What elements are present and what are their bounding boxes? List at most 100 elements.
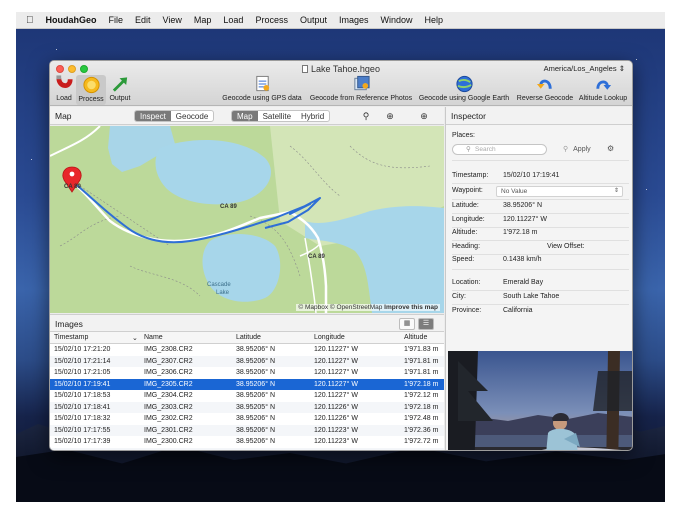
waypoint-label: Waypoint: xyxy=(452,187,483,194)
cell-name: IMG_2303.CR2 xyxy=(144,403,193,411)
latitude-label: Latitude: xyxy=(452,202,479,209)
location-label: Location: xyxy=(452,279,481,286)
table-row[interactable]: 15/02/10 17:17:55 IMG_2301.CR2 38.95206° N… xyxy=(50,424,444,436)
menu-view[interactable]: View xyxy=(163,15,182,25)
reverse-geocode-button[interactable]: Reverse Geocode xyxy=(515,75,575,102)
menu-help[interactable]: Help xyxy=(425,15,444,25)
menu-map[interactable]: Map xyxy=(194,15,212,25)
sort-chevron-icon[interactable]: ⌄ xyxy=(132,334,138,342)
tab-hybrid[interactable]: Hybrid xyxy=(296,111,329,121)
gear-icon[interactable]: ⚙ xyxy=(607,144,614,153)
tab-satellite[interactable]: Satellite xyxy=(258,111,296,121)
speed-value[interactable]: 0.1438 km/h xyxy=(503,256,542,263)
cell-longitude: 120.11227° W xyxy=(314,357,358,365)
zoom-in-icon[interactable]: ⊕ xyxy=(384,110,396,122)
cell-latitude: 38.95206° N xyxy=(236,380,275,388)
table-row[interactable]: 15/02/10 17:14:23 IMG_2299.CR2 38.95186° N… xyxy=(50,447,444,450)
cell-timestamp: 15/02/10 17:18:32 xyxy=(54,415,111,422)
list-view-icon[interactable]: ☰ xyxy=(418,318,434,330)
latitude-value[interactable]: 38.95206° N xyxy=(503,202,542,209)
menu-file[interactable]: File xyxy=(109,15,124,25)
cell-latitude: 38.95205° N xyxy=(236,403,275,411)
column-name[interactable]: Name xyxy=(144,334,163,341)
locate-icon[interactable]: ⊕ xyxy=(418,110,430,122)
cell-longitude: 120.11227° W xyxy=(314,392,358,399)
globe-icon xyxy=(455,75,473,93)
map-pane-title: Map xyxy=(55,111,72,121)
location-value[interactable]: Emerald Bay xyxy=(503,279,543,286)
table-row[interactable]: 15/02/10 17:19:41 IMG_2305.CR2 38.95206° N… xyxy=(50,378,444,390)
column-latitude[interactable]: Latitude xyxy=(236,334,261,341)
places-search-input[interactable]: ⚲ Search xyxy=(452,144,547,155)
table-row[interactable]: 15/02/10 17:21:05 IMG_2306.CR2 38.95206° N… xyxy=(50,367,444,379)
map-attribution: © Mapbox © OpenStreetMap Improve this ma… xyxy=(296,304,440,311)
cell-longitude: 120.11227° W xyxy=(314,346,358,353)
table-row[interactable]: 15/02/10 17:18:41 IMG_2303.CR2 38.95205° N… xyxy=(50,401,444,413)
city-value[interactable]: South Lake Tahoe xyxy=(503,293,559,300)
table-header-row: Timestamp ⌄ Name Latitude Longitude Alti… xyxy=(50,332,444,344)
table-row[interactable]: 15/02/10 17:17:39 IMG_2300.CR2 38.95206° N… xyxy=(50,436,444,448)
cell-name: IMG_2305.CR2 xyxy=(144,380,193,388)
altitude-lookup-button[interactable]: Altitude Lookup xyxy=(576,75,630,102)
menu-edit[interactable]: Edit xyxy=(135,15,151,25)
cell-latitude: 38.95206° N xyxy=(236,369,275,376)
desktop-wallpaper: Lake Tahoe.hgeo America/Los_Angeles ⇕ Lo… xyxy=(16,29,665,502)
menu-load[interactable]: Load xyxy=(223,15,243,25)
grid-view-icon[interactable]: ▦ xyxy=(399,318,415,330)
gps-document-icon xyxy=(255,75,269,92)
cell-timestamp: 15/02/10 17:17:39 xyxy=(54,438,111,445)
load-magnet-icon xyxy=(55,75,73,88)
pin-icon: ⚲ xyxy=(563,146,569,153)
cell-name: IMG_2300.CR2 xyxy=(144,438,193,445)
load-button[interactable]: Load xyxy=(53,75,75,102)
column-longitude[interactable]: Longitude xyxy=(314,334,345,341)
places-label: Places: xyxy=(452,132,475,139)
cell-longitude: 120.11223° W xyxy=(314,426,358,434)
tab-geocode[interactable]: Geocode xyxy=(171,111,213,121)
table-row[interactable]: 15/02/10 17:18:53 IMG_2304.CR2 38.95206° N… xyxy=(50,390,444,402)
map-view[interactable]: CA 89 CA 89 CA 89 Cascade Lake © Mapbox … xyxy=(50,126,444,313)
cell-timestamp: 15/02/10 17:18:53 xyxy=(54,392,111,399)
cell-name: IMG_2306.CR2 xyxy=(144,369,193,376)
column-altitude[interactable]: Altitude xyxy=(404,334,427,341)
improve-map-link[interactable]: Improve this map xyxy=(384,304,438,311)
cell-latitude: 38.95206° N xyxy=(236,426,275,434)
tab-map[interactable]: Map xyxy=(232,111,258,121)
cell-name: IMG_2301.CR2 xyxy=(144,426,193,434)
zoom-out-icon[interactable]: ⚲ xyxy=(360,110,372,122)
menu-window[interactable]: Window xyxy=(381,15,413,25)
waypoint-select[interactable]: No Value ⇕ xyxy=(496,186,623,197)
altitude-value[interactable]: 1'972.18 m xyxy=(503,229,537,236)
output-button[interactable]: Output xyxy=(107,75,133,102)
apple-menu-icon[interactable]:  xyxy=(26,15,34,26)
menu-images[interactable]: Images xyxy=(339,15,369,25)
images-header: Images ▦ ☰ xyxy=(50,314,444,332)
geocode-google-earth-button[interactable]: Geocode using Google Earth xyxy=(417,75,511,102)
geocode-reference-button[interactable]: Geocode from Reference Photos xyxy=(308,75,414,102)
cell-longitude: 120.11226° W xyxy=(314,403,358,411)
timestamp-value[interactable]: 15/02/10 17:19:41 xyxy=(503,172,559,179)
cell-altitude: 1'972.48 m xyxy=(404,415,439,422)
menu-process[interactable]: Process xyxy=(255,15,288,25)
geocode-gps-button[interactable]: Geocode using GPS data xyxy=(220,75,304,102)
table-row[interactable]: 15/02/10 17:21:20 IMG_2308.CR2 38.95206° N… xyxy=(50,344,444,356)
process-button[interactable]: Process xyxy=(76,75,106,105)
stepper-arrows-icon: ⇕ xyxy=(618,64,625,73)
cell-altitude: 1'971.83 m xyxy=(404,346,439,353)
table-row[interactable]: 15/02/10 17:18:32 IMG_2302.CR2 38.95206° N… xyxy=(50,413,444,425)
map-lake-label: Lake xyxy=(216,290,230,296)
column-timestamp[interactable]: Timestamp xyxy=(54,334,88,341)
longitude-value[interactable]: 120.11227° W xyxy=(503,216,547,223)
cell-altitude: 1'971.81 m xyxy=(404,369,439,376)
menubar:  HoudahGeo File Edit View Map Load Proc… xyxy=(16,12,665,29)
timezone-select[interactable]: America/Los_Angeles ⇕ xyxy=(541,63,628,74)
menu-output[interactable]: Output xyxy=(300,15,327,25)
apply-button[interactable]: ⚲ Apply xyxy=(563,145,591,153)
tab-inspect[interactable]: Inspect xyxy=(135,111,171,121)
table-row[interactable]: 15/02/10 17:21:14 IMG_2307.CR2 38.95206° N… xyxy=(50,355,444,367)
cell-longitude: 120.11227° W xyxy=(314,380,358,388)
menu-app[interactable]: HoudahGeo xyxy=(46,15,97,25)
cell-latitude: 38.95206° N xyxy=(236,415,275,422)
document-icon xyxy=(302,65,309,73)
province-value[interactable]: California xyxy=(503,307,533,314)
